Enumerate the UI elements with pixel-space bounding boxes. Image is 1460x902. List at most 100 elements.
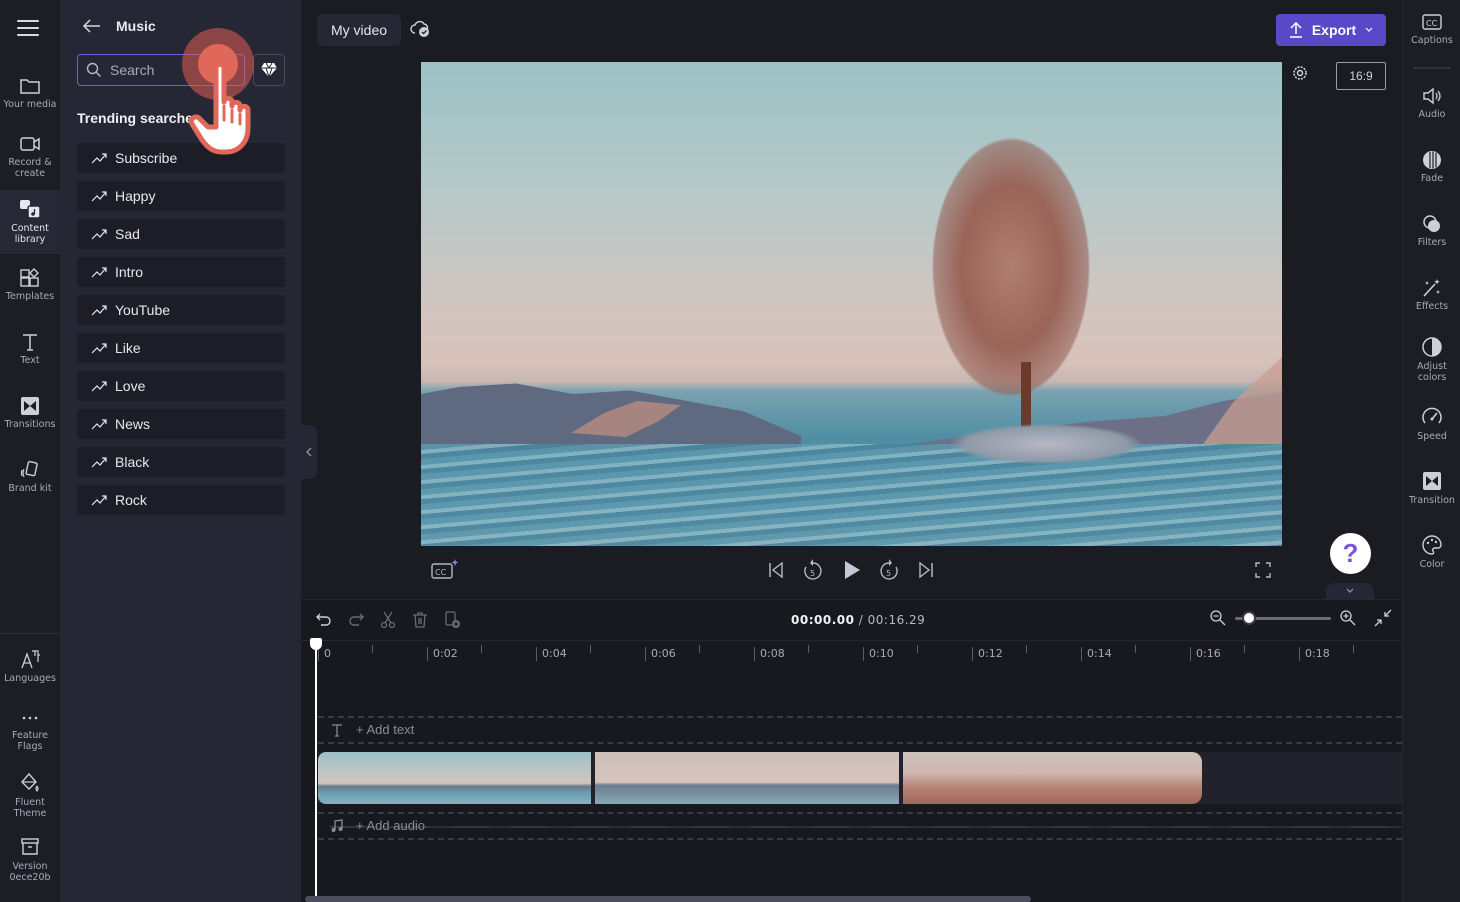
video-clip-2[interactable] [595,752,899,804]
ruler-minor-tick [372,645,373,653]
trending-item[interactable]: News [77,409,285,439]
rail-item-text[interactable]: Text [0,332,60,376]
upload-icon [1289,21,1302,38]
rail-item-fluent-theme[interactable]: Fluent Theme [0,772,60,822]
trending-item[interactable]: Rock [77,485,285,515]
redo-icon [349,613,364,626]
redo-button[interactable] [347,610,365,630]
ruler-label: 0:18 [1299,647,1330,661]
skip-forward-icon[interactable] [916,560,936,580]
skip-back-icon[interactable] [766,560,786,580]
trending-up-icon [91,229,107,240]
rail-item-templates[interactable]: Templates [0,268,60,312]
back-arrow-icon[interactable] [82,18,102,34]
trending-item[interactable]: Love [77,371,285,401]
rail-label: Transitions [4,419,56,430]
rr-item-filters[interactable]: Filters [1403,214,1460,248]
diamond-icon [261,62,277,78]
collapse-timeline-button[interactable] [1326,583,1374,599]
rail-item-record-create[interactable]: Record & create [0,134,60,184]
fullscreen-icon[interactable] [1254,561,1272,579]
svg-text:CC: CC [1426,19,1438,28]
timeline-horizontal-scrollbar[interactable] [305,896,1031,902]
help-button[interactable]: ? [1330,533,1371,574]
rail-item-transitions[interactable]: Transitions [0,396,60,440]
rr-label: Color [1419,559,1445,570]
music-note-icon [331,818,343,832]
play-icon[interactable] [842,559,862,581]
delete-button[interactable] [411,610,429,630]
chevron-left-icon [305,447,312,457]
rr-item-color[interactable]: Color [1403,534,1460,570]
trending-item[interactable]: Sad [77,219,285,249]
trending-item[interactable]: Happy [77,181,285,211]
rail-divider [1413,67,1451,69]
undo-icon [316,613,331,626]
rail-item-brand-kit[interactable]: Brand kit [0,460,60,504]
project-title-button[interactable]: My video [317,14,402,46]
timeline-ruler[interactable]: 0 0:02 0:04 0:06 0:08 0:10 0:12 0:14 0:16 0:18 [301,640,1402,666]
trending-item-label: Intro [115,264,144,280]
svg-text:CC: CC [435,568,447,577]
aspect-ratio-button[interactable]: 16:9 [1336,62,1386,90]
ruler-label: 0:06 [645,647,676,661]
camera-icon [20,137,40,151]
ruler-minor-tick [481,645,482,653]
rail-label: Text [20,355,40,366]
playhead[interactable] [315,639,317,902]
video-preview[interactable] [421,62,1282,546]
text-track[interactable]: + Add text [330,722,414,737]
zoom-in-icon[interactable] [1339,609,1357,627]
trending-up-icon [91,191,107,202]
preview-settings-icon[interactable] [1290,63,1310,83]
rr-item-audio[interactable]: Audio [1403,86,1460,120]
rr-item-adjust-colors[interactable]: Adjust colors [1403,336,1460,383]
trending-item[interactable]: Intro [77,257,285,287]
rail-item-version[interactable]: Version 0ece20b [0,836,60,886]
scissors-icon [380,611,396,629]
transitions-icon [21,397,39,415]
playhead-handle[interactable] [310,638,322,650]
undo-button[interactable] [315,610,333,630]
rr-item-fade[interactable]: Fade [1403,150,1460,184]
add-text-label[interactable]: + Add text [356,722,414,737]
rr-item-effects[interactable]: Effects [1403,278,1460,312]
timeline-zoom-slider[interactable] [1235,610,1331,625]
duplicate-button[interactable] [443,610,461,630]
brand-kit-icon [20,460,38,478]
fit-timeline-icon[interactable] [1373,609,1393,627]
video-clip-3[interactable] [903,752,1202,804]
ruler-minor-tick [1026,645,1027,653]
fade-icon [1423,151,1441,169]
menu-icon[interactable] [17,20,39,38]
split-button[interactable] [379,610,397,630]
rr-label: Captions [1411,35,1453,46]
audio-track[interactable]: + Add audio [330,818,425,833]
rr-item-captions[interactable]: CC Captions [1403,12,1460,46]
rail-item-content-library[interactable]: Content library [0,190,60,254]
rail-item-languages[interactable]: Languages [0,648,60,688]
rr-item-transition[interactable]: Transition [1403,470,1460,506]
zoom-out-icon[interactable] [1209,609,1227,627]
track-divider [318,742,1402,744]
trending-item[interactable]: Like [77,333,285,363]
rr-item-speed[interactable]: Speed [1403,406,1460,442]
export-button[interactable]: Export [1276,14,1386,46]
rail-item-your-media[interactable]: Your media [0,76,60,120]
ruler-label: 0:10 [863,647,894,661]
zoom-slider-handle[interactable] [1242,610,1257,625]
collapse-panel-button[interactable] [301,425,317,479]
preview-mountain-highlight [1201,357,1282,447]
track-divider [318,716,1402,718]
trending-item[interactable]: Black [77,447,285,477]
auto-captions-icon[interactable]: CC [430,558,460,580]
rail-divider [0,633,60,634]
forward-5-icon[interactable]: 5 [878,558,900,582]
trending-item[interactable]: YouTube [77,295,285,325]
add-audio-label[interactable]: + Add audio [356,818,425,833]
rewind-5-icon[interactable]: 5 [802,558,824,582]
video-clip-1[interactable] [318,752,591,804]
video-editor: Your media Record & create Content libra… [0,0,1460,902]
rail-item-feature-flags[interactable]: Feature Flags [0,710,60,758]
timecode: 00:00.00 / 00:16.29 [791,613,925,627]
